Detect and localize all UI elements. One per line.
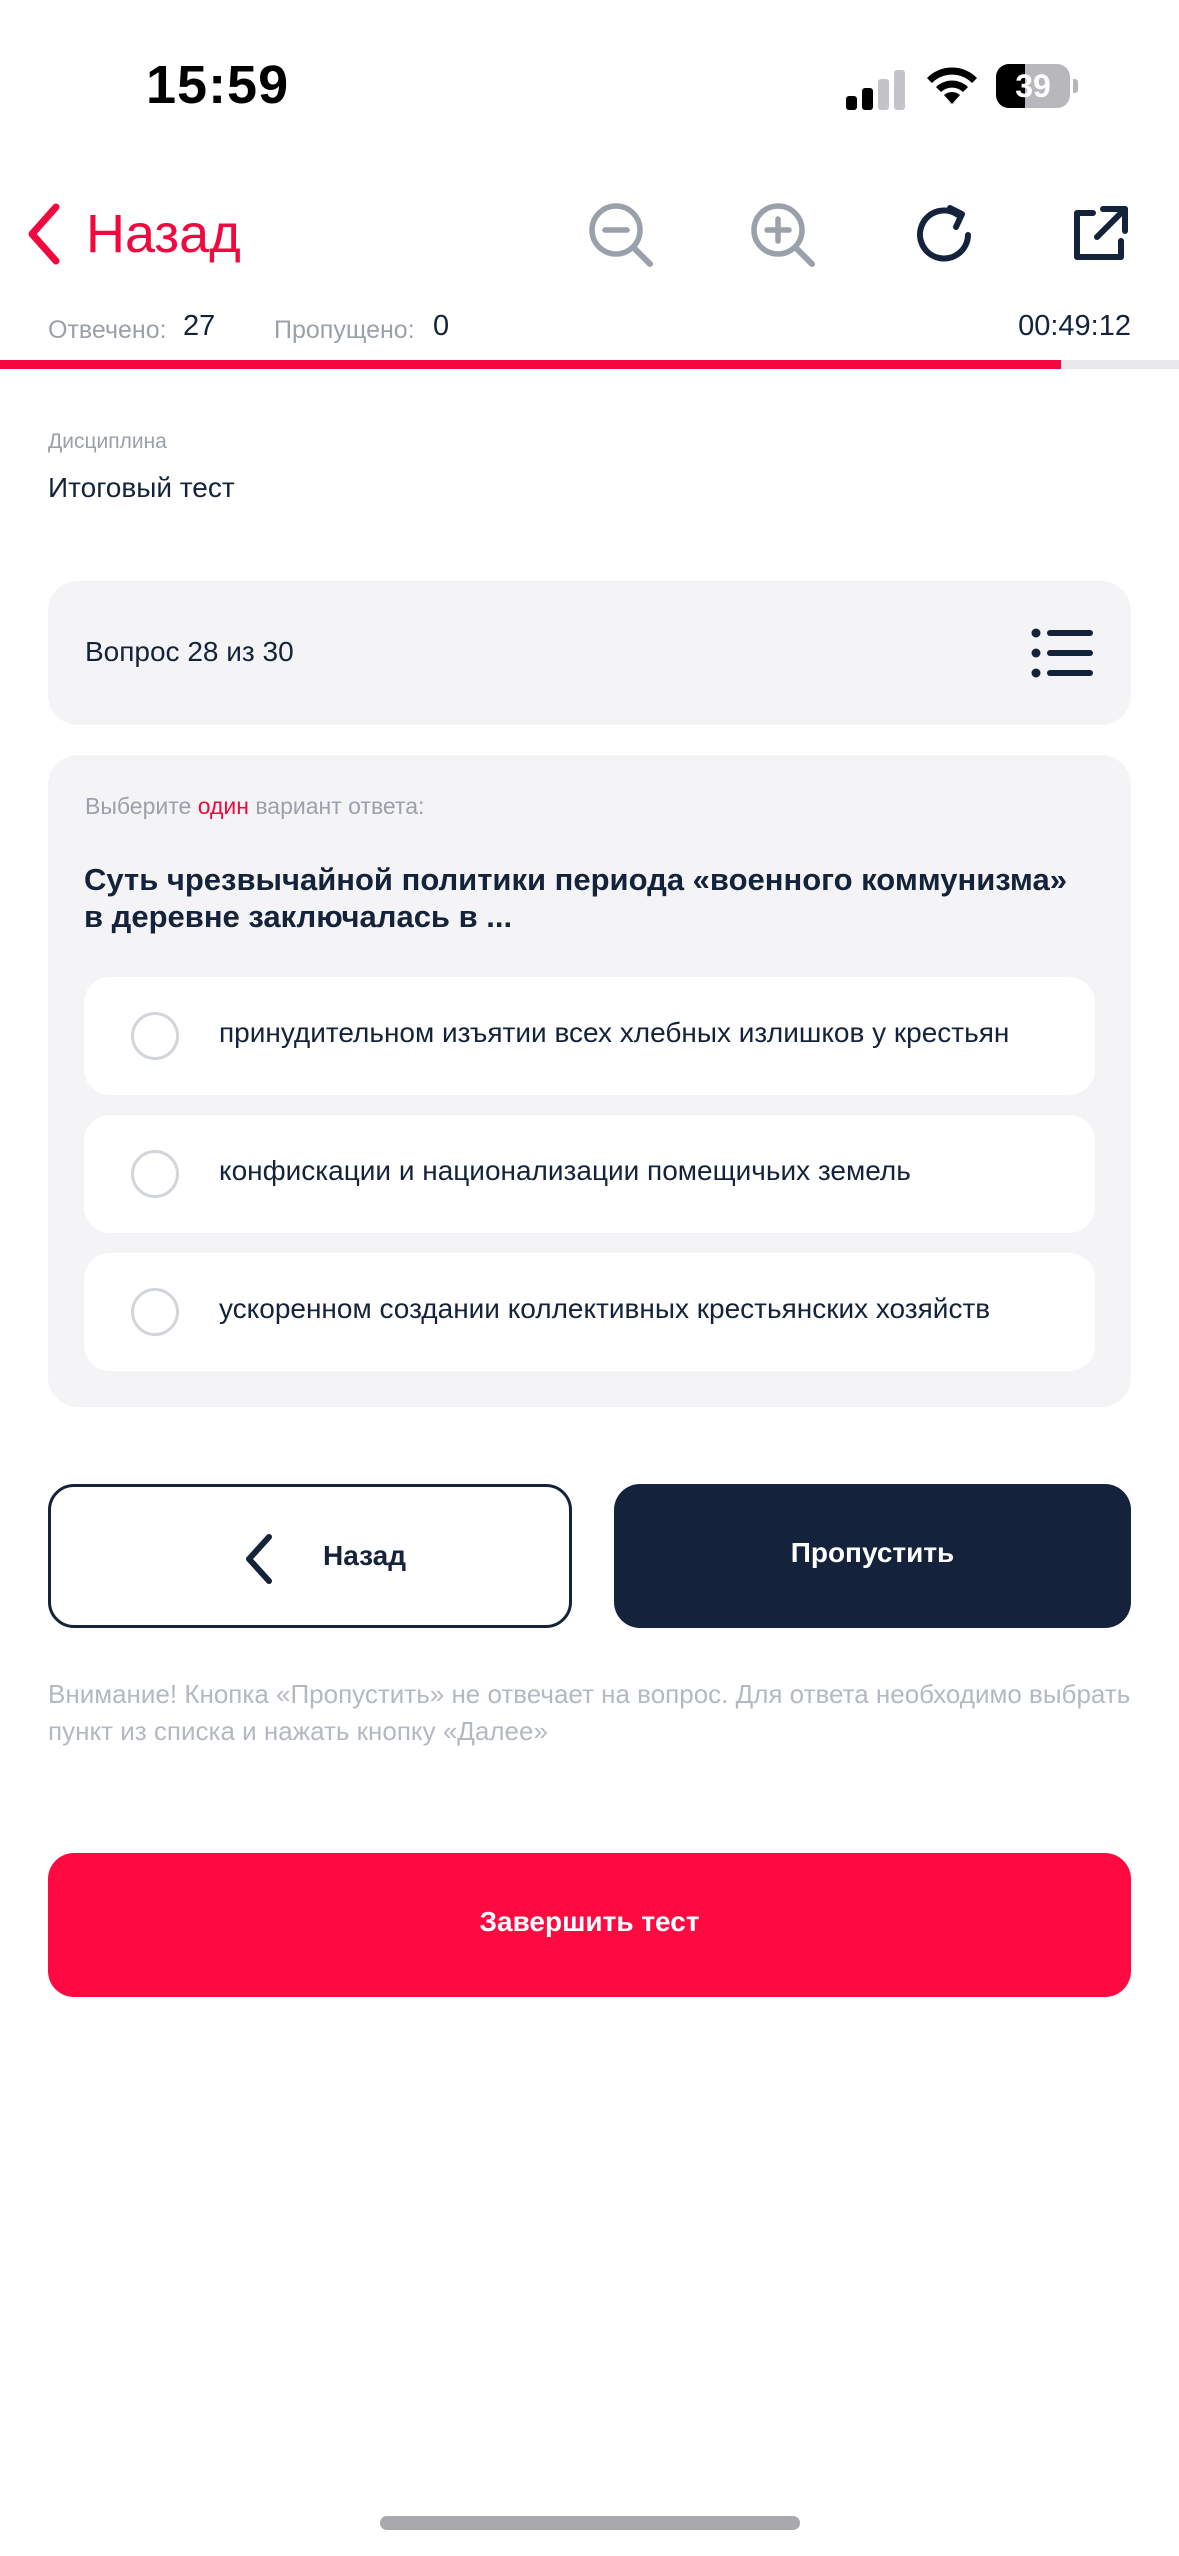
chevron-left-icon [28,203,60,265]
progress-bar [0,360,1179,369]
status-bar: 15:59 39 [0,0,1179,170]
zoom-out-icon [589,203,653,267]
question-number: Вопрос 28 из 30 [85,636,294,667]
wifi-icon [927,67,977,104]
external-link-icon [1074,206,1128,260]
back-button-label: Назад [323,1540,407,1571]
answer-option-label: конфискации и национализации помещичьих … [219,1155,911,1186]
instruction-prefix: Выберите [85,793,198,819]
answered-count: 27 [183,310,216,342]
zoom-in-icon [751,203,815,267]
question-card: Выберите один вариант ответа: Суть чрезв… [48,755,1131,1407]
skip-button[interactable]: Пропустить [614,1484,1131,1628]
external-link-button[interactable] [1054,190,1144,280]
refresh-icon [917,205,971,262]
instruction-suffix: вариант ответа: [248,793,425,819]
toolbar: Назад [0,180,1179,290]
question-list-button[interactable] [1031,623,1095,683]
progress-fill [0,360,1062,369]
battery-level: 39 [1015,68,1051,104]
header-back-button[interactable]: Назад [22,194,241,274]
status-time: 15:59 [146,55,290,115]
finish-test-label: Завершить тест [479,1906,700,1937]
zoom-in-button[interactable] [738,190,828,280]
instruction-accent: один [197,793,249,819]
skip-button-label: Пропустить [790,1537,955,1568]
chevron-left-icon [246,1534,272,1584]
timer: 00:49:12 [1018,310,1131,342]
radio-button[interactable] [131,1288,179,1336]
skip-warning-note: Внимание! Кнопка «Пропустить» не отвечае… [48,1679,1131,1746]
answer-option-label: ускоренном создании коллективных крестья… [219,1293,991,1324]
refresh-button[interactable] [900,190,990,280]
radio-button[interactable] [131,1150,179,1198]
list-icon [1031,628,1093,678]
back-button[interactable]: Назад [48,1484,572,1628]
answered-label: Отвечено: [48,316,167,344]
test-counters: Отвечено: 27 Пропущено: 0 00:49:12 [0,300,1179,355]
skipped-label: Пропущено: [274,316,415,344]
discipline-value: Итоговый тест [48,472,235,503]
answer-instruction: Выберите один вариант ответа: [85,793,424,820]
skipped-count: 0 [433,310,450,342]
home-indicator[interactable] [380,2516,800,2530]
battery-icon: 39 [996,64,1078,108]
answer-option-label: принудительном изъятии всех хлебных изли… [219,1017,1010,1048]
answer-option[interactable]: ускоренном создании коллективных крестья… [84,1253,1095,1371]
answer-option[interactable]: принудительном изъятии всех хлебных изли… [84,977,1095,1095]
header-back-label: Назад [86,204,241,264]
question-text: Суть чрезвычайной политики периода «воен… [84,862,1067,934]
question-header: Вопрос 28 из 30 [48,581,1131,725]
discipline-label: Дисциплина [48,430,167,453]
zoom-out-button[interactable] [576,190,666,280]
radio-button[interactable] [131,1012,179,1060]
answer-option[interactable]: конфискации и национализации помещичьих … [84,1115,1095,1233]
cellular-signal-icon [846,66,906,110]
finish-test-button[interactable]: Завершить тест [48,1853,1131,1997]
